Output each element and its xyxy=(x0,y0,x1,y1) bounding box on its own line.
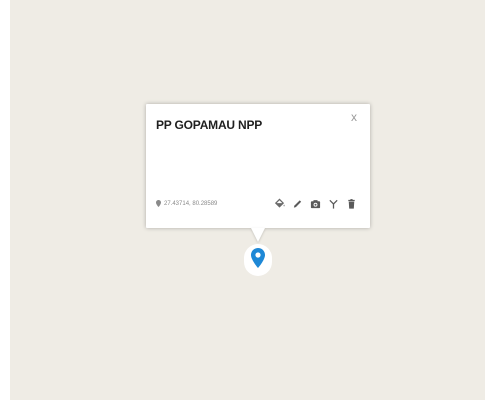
pencil-icon[interactable] xyxy=(292,198,303,210)
close-button[interactable]: x xyxy=(347,110,361,124)
map-pin-icon xyxy=(251,247,265,273)
coordinates-row: 27.43714, 80.28589 xyxy=(156,200,217,207)
camera-icon[interactable] xyxy=(310,198,321,210)
popup-title: PP GOPAMAU NPP xyxy=(156,118,263,132)
trash-icon[interactable] xyxy=(346,198,357,210)
map-marker[interactable] xyxy=(244,244,272,276)
popup-toolbar xyxy=(274,198,357,210)
location-popup: PP GOPAMAU NPP x 27.43714, 80.28589 xyxy=(146,104,370,228)
popup-pointer xyxy=(251,228,265,242)
paint-bucket-icon[interactable] xyxy=(274,198,285,210)
coordinates-text: 27.43714, 80.28589 xyxy=(164,200,218,207)
antenna-icon[interactable] xyxy=(328,198,339,210)
location-pin-icon xyxy=(156,200,161,207)
